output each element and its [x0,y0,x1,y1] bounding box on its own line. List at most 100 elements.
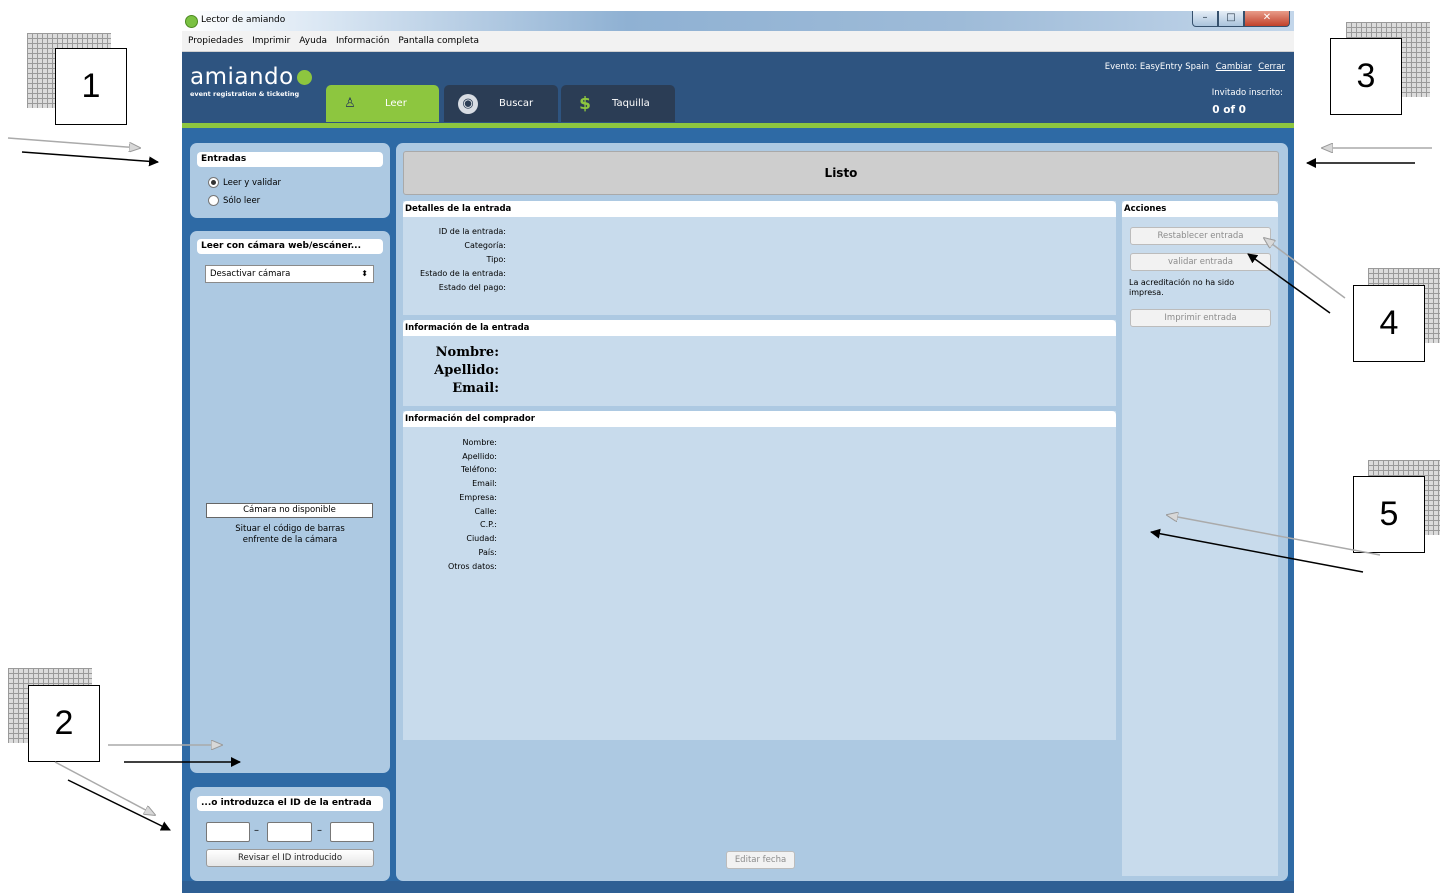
arrow-1 [7,137,159,167]
logo-text: amiando [190,64,294,90]
id-separator: – [254,825,259,836]
title-bar: Lector de amiando – □ ✕ [182,11,1294,31]
close-link[interactable]: Cerrar [1258,62,1285,72]
buyer-field-street: Calle: [474,507,497,516]
ticket-id-field-2[interactable] [267,822,312,842]
camera-panel: Leer con cámara web/escáner... Desactiva… [190,231,390,773]
main-panel: Listo Detalles de la entrada ID de la en… [396,143,1288,881]
buyer-field-name: Nombre: [462,438,497,447]
buyer-field-city: Ciudad: [466,534,497,543]
buyer-field-phone: Teléfono: [461,465,497,474]
event-info: Evento: EasyEntry Spain Cambiar Cerrar [1105,62,1285,72]
actions-title: Acciones [1122,201,1278,217]
buyer-field-zip: C.P.: [480,520,497,529]
field-type: Tipo: [486,255,506,264]
callout-3: 3 [1330,38,1402,115]
window-title: Lector de amiando [201,15,286,25]
reset-ticket-button[interactable]: Restablecer entrada [1130,227,1271,245]
field-payment-status: Estado del pago: [438,283,506,292]
window-controls: – □ ✕ [1192,11,1290,28]
arrow-3 [1306,148,1432,168]
ticket-id-field-3[interactable] [330,822,374,842]
select-arrows-icon: ⬍ [361,269,368,278]
tab-buscar[interactable]: ◉ Buscar [444,85,558,122]
menu-informacion[interactable]: Información [336,31,390,51]
menu-ayuda[interactable]: Ayuda [299,31,327,51]
tab-label: Leer [385,98,407,109]
buyer-field-company: Empresa: [459,493,497,502]
window-bottom-edge [182,881,1294,893]
dollar-icon: $ [579,94,591,114]
camera-select-value: Desactivar cámara [210,269,291,279]
ticket-details-section: Detalles de la entrada ID de la entrada:… [403,201,1116,315]
ticket-info-name: Nombre: [435,345,499,360]
radio-leer-y-validar[interactable]: Leer y validar [208,177,281,188]
logo-subtitle: event registration & ticketing [190,90,300,98]
menu-bar: Propiedades Imprimir Ayuda Información P… [182,31,1294,52]
tab-label: Buscar [499,98,534,109]
buyer-field-country: País: [478,548,497,557]
id-separator: – [317,825,322,836]
ticket-details-title: Detalles de la entrada [403,201,1116,217]
buyer-field-other: Otros datos: [447,562,497,571]
camera-select[interactable]: Desactivar cámara ⬍ [205,265,374,283]
tab-leer[interactable]: ♙ Leer [326,85,439,122]
ticket-info-section: Información de la entrada Nombre: Apelli… [403,320,1116,406]
radio-selected-icon [208,177,219,188]
content-area: Entradas Leer y validar Sólo leer Leer c… [182,128,1294,881]
magnifier-icon: ◉ [458,94,478,114]
callout-1: 1 [55,48,127,125]
callout-4: 4 [1353,285,1425,362]
buyer-info-section: Información del comprador Nombre: Apelli… [403,411,1116,740]
radio-unselected-icon [208,195,219,206]
change-link[interactable]: Cambiar [1216,62,1252,72]
menu-propiedades[interactable]: Propiedades [188,31,243,51]
print-status-note: La acreditación no ha sido impresa. [1129,278,1235,297]
app-header: amiando event registration & ticketing ♙… [182,52,1294,123]
buyer-field-surname: Apellido: [462,452,497,461]
tab-label: Taquilla [612,98,650,109]
validate-ticket-button[interactable]: validar entrada [1130,253,1271,271]
radio-label: Sólo leer [223,196,261,206]
invited-label: Invitado inscrito: [1211,88,1283,98]
callout-5: 5 [1353,476,1425,553]
camera-hint-line-1: Situar el código de barras [235,524,345,534]
camera-hint-line-2: enfrente de la cámara [242,535,338,545]
close-icon[interactable]: ✕ [1244,11,1290,27]
leaf-icon [296,70,312,85]
ticket-info-surname: Apellido: [434,363,499,378]
camera-panel-title: Leer con cámara web/escáner... [197,239,383,254]
field-category: Categoría: [464,241,506,250]
buyer-info-title: Información del comprador [403,411,1116,427]
field-ticket-id: ID de la entrada: [438,227,506,236]
event-label: Evento: EasyEntry Spain [1104,62,1209,72]
invited-count: 0 of 0 [1212,104,1246,116]
status-bar: Listo [403,151,1279,195]
actions-section: Acciones Restablecer entrada validar ent… [1122,201,1278,876]
menu-pantalla-completa[interactable]: Pantalla completa [398,31,479,51]
radio-solo-leer[interactable]: Sólo leer [208,195,260,206]
tickets-mode-panel: Entradas Leer y validar Sólo leer [190,143,390,218]
maximize-icon[interactable]: □ [1218,11,1244,27]
check-id-button[interactable]: Revisar el ID introducido [206,849,374,867]
menu-imprimir[interactable]: Imprimir [252,31,290,51]
app-window: Lector de amiando – □ ✕ Propiedades Impr… [182,11,1294,893]
radio-label: Leer y validar [223,178,282,188]
field-ticket-status: Estado de la entrada: [420,269,506,278]
tab-taquilla[interactable]: $ Taquilla [561,85,675,122]
ticket-info-title: Información de la entrada [403,320,1116,336]
camera-status-box: Cámara no disponible [206,503,373,518]
logo: amiando [190,64,312,90]
ticket-id-title: ...o introduzca el ID de la entrada [197,796,383,811]
ticket-id-field-1[interactable] [206,822,250,842]
edit-date-button[interactable]: Editar fecha [726,851,795,869]
callout-2: 2 [28,685,100,762]
print-ticket-button[interactable]: Imprimir entrada [1130,309,1271,327]
buyer-field-email: Email: [472,479,497,488]
app-icon [185,15,198,28]
stamp-icon: ♙ [344,96,356,111]
ticket-info-email: Email: [452,381,499,396]
minimize-icon[interactable]: – [1192,11,1218,27]
ticket-id-panel: ...o introduzca el ID de la entrada – – … [190,787,390,881]
tickets-mode-title: Entradas [197,152,383,167]
